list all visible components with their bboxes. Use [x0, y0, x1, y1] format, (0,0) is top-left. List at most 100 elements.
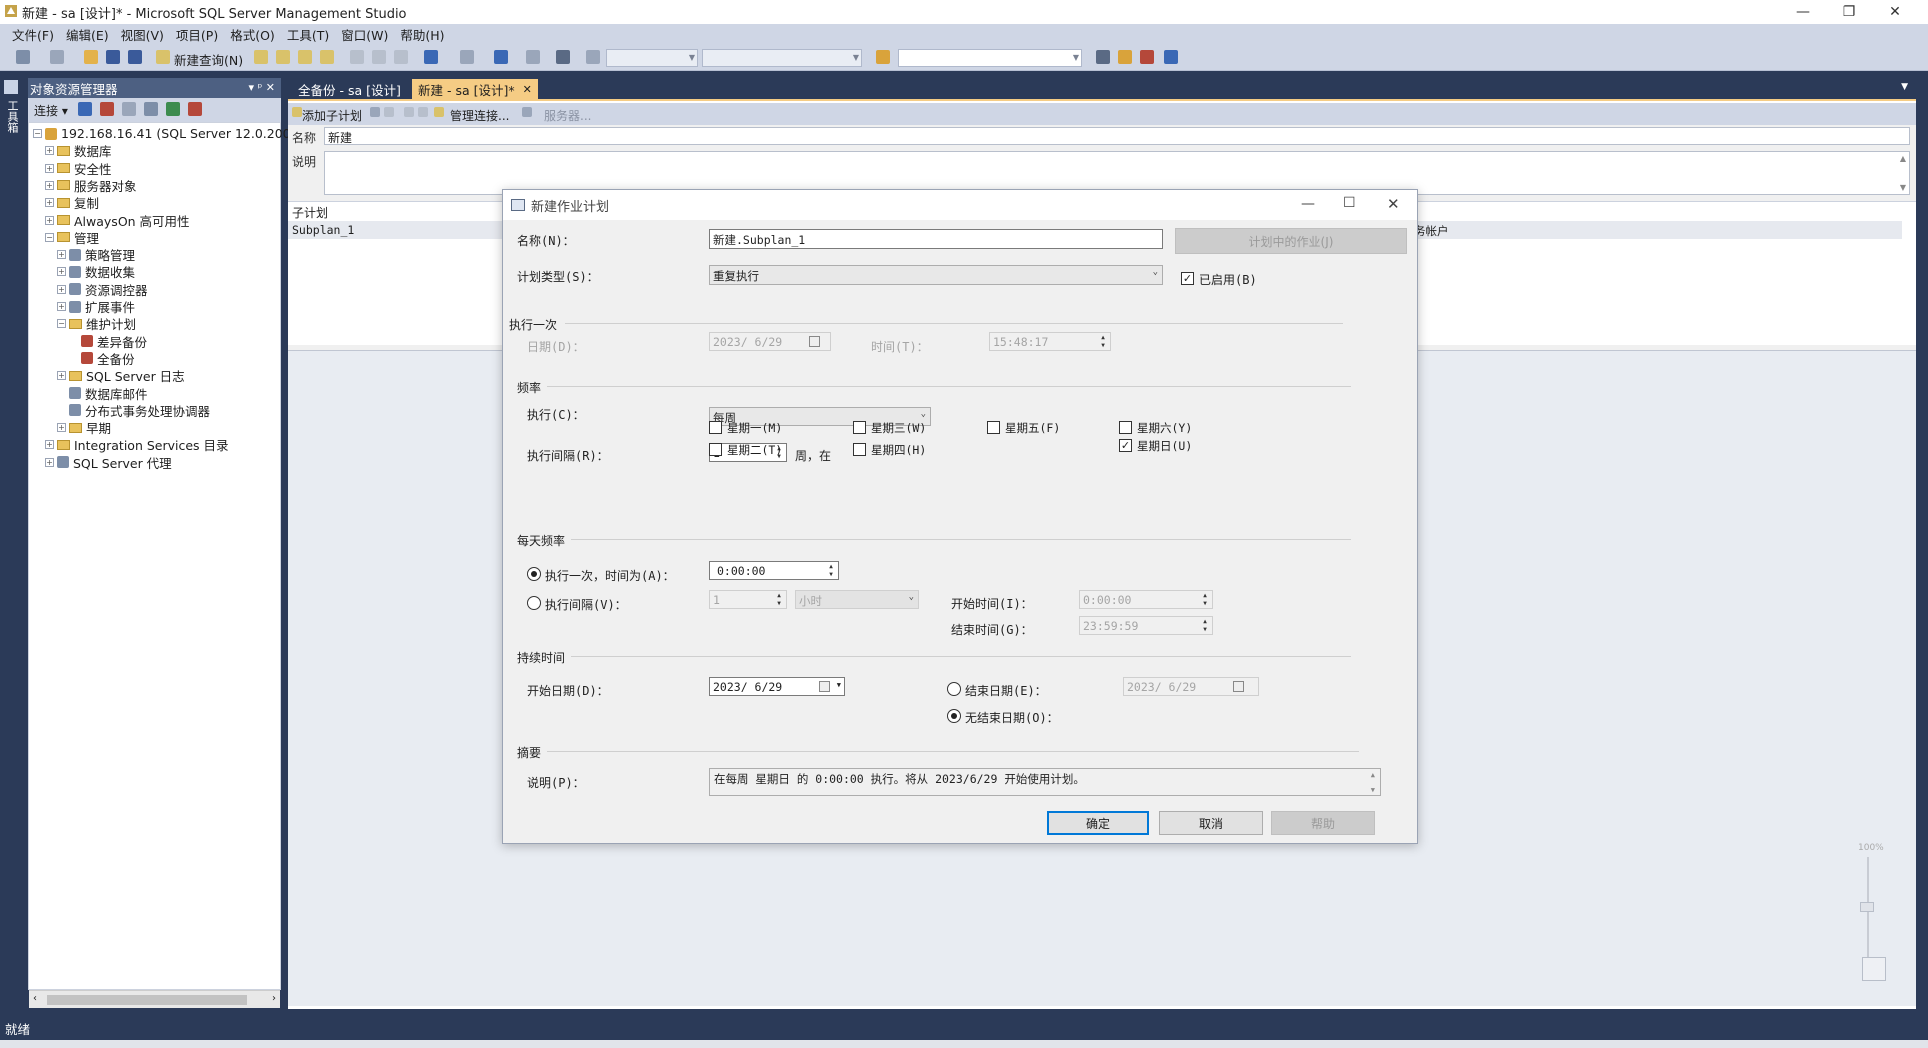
- registered-servers-icon[interactable]: [1096, 50, 1110, 64]
- open-folder-icon[interactable]: [84, 50, 98, 64]
- scroll-thumb[interactable]: [47, 995, 247, 1005]
- find-in-files-icon[interactable]: [876, 50, 890, 64]
- undo-icon[interactable]: [424, 50, 438, 64]
- spin-buttons[interactable]: ▲ ▼: [1199, 618, 1211, 634]
- servers-button[interactable]: 服务器...: [544, 107, 591, 124]
- cancel-button[interactable]: 取消: [1159, 811, 1263, 835]
- find-combo[interactable]: ▼: [898, 49, 1082, 67]
- schedule-name-input[interactable]: 新建.Subplan_1: [709, 229, 1163, 249]
- tree-node[interactable]: + SQL Server 日志: [57, 367, 185, 384]
- tree-node[interactable]: − 192.168.16.41 (SQL Server 12.0.2000 -: [33, 125, 307, 142]
- occurs-every-input[interactable]: 1 ▲ ▼: [709, 590, 787, 609]
- menu-view[interactable]: 视图(V): [115, 25, 170, 44]
- tab-new-design[interactable]: 新建 - sa [设计]* ✕: [412, 79, 538, 99]
- calendar-dropdown-icon[interactable]: [1233, 681, 1244, 692]
- menu-format[interactable]: 格式(O): [224, 25, 281, 44]
- scroll-up-icon[interactable]: ▲: [1371, 771, 1375, 779]
- minimize-button[interactable]: —: [1780, 0, 1826, 24]
- zoom-fit-icon[interactable]: [1862, 957, 1886, 981]
- expand-icon[interactable]: +: [45, 180, 54, 190]
- tree-node[interactable]: + 资源调控器: [57, 281, 148, 298]
- reporting-logging-icon[interactable]: [522, 107, 532, 117]
- solution-config-combo[interactable]: ▼: [606, 49, 698, 67]
- redo-icon[interactable]: [460, 50, 474, 64]
- menu-tools[interactable]: 工具(T): [281, 25, 335, 44]
- tree-node[interactable]: + 早期: [57, 419, 111, 436]
- dialog-minimize-button[interactable]: —: [1301, 196, 1315, 212]
- menu-window[interactable]: 窗口(W): [335, 25, 394, 44]
- end-date-input[interactable]: 2023/ 6/29: [1123, 677, 1259, 696]
- copy-icon[interactable]: [372, 50, 386, 64]
- delete-schedule-icon[interactable]: [418, 107, 428, 117]
- manage-connections-button[interactable]: 管理连接...: [450, 107, 509, 124]
- disconnect-icon[interactable]: [100, 102, 114, 116]
- expand-icon[interactable]: +: [57, 371, 66, 381]
- tree-node[interactable]: + Integration Services 目录: [45, 436, 229, 453]
- filter-icon[interactable]: [144, 102, 158, 116]
- weekday-checkbox[interactable]: [853, 443, 866, 456]
- summary-description-box[interactable]: 在每周 星期日 的 0:00:00 执行。将从 2023/6/29 开始使用计划…: [709, 768, 1381, 796]
- tree-node[interactable]: + SQL Server 代理: [45, 454, 172, 471]
- solution-explorer-icon[interactable]: [556, 50, 570, 64]
- activity-monitor-icon[interactable]: [188, 102, 202, 116]
- occurs-every-radio[interactable]: [527, 596, 541, 610]
- paste-icon[interactable]: [394, 50, 408, 64]
- spin-buttons[interactable]: ▲ ▼: [1199, 592, 1211, 608]
- db-query-icon[interactable]: [254, 50, 268, 64]
- scroll-left-icon[interactable]: ‹: [33, 993, 37, 1004]
- one-time-date-input[interactable]: 2023/ 6/29: [709, 332, 831, 351]
- delete-subplan-icon[interactable]: [384, 107, 394, 117]
- occurs-once-at-radio[interactable]: [527, 567, 541, 581]
- weekday-checkbox[interactable]: [853, 421, 866, 434]
- menu-help[interactable]: 帮助(H): [394, 25, 450, 44]
- no-end-date-radio[interactable]: [947, 709, 961, 723]
- spin-buttons[interactable]: ▲ ▼: [1097, 334, 1109, 350]
- restore-button[interactable]: ❐: [1826, 0, 1872, 24]
- refresh-icon[interactable]: [166, 102, 180, 116]
- close-window-button[interactable]: ✕: [1872, 0, 1918, 24]
- tree-node[interactable]: + 扩展事件: [57, 298, 135, 315]
- xmla-query-icon[interactable]: [320, 50, 334, 64]
- tree-node[interactable]: 全备份: [69, 350, 135, 367]
- connect-icon[interactable]: [78, 102, 92, 116]
- mdx-query-icon[interactable]: [276, 50, 290, 64]
- save-icon[interactable]: [106, 50, 120, 64]
- dialog-close-button[interactable]: ✕: [1387, 195, 1400, 213]
- jobs-in-schedule-button[interactable]: 计划中的作业(J): [1175, 228, 1407, 254]
- expand-icon[interactable]: +: [45, 215, 54, 225]
- subplan-schedule-icon[interactable]: [404, 107, 414, 117]
- toolbox-icon[interactable]: [4, 80, 18, 94]
- connect-dropdown[interactable]: 连接 ▾: [34, 102, 68, 119]
- stop-icon[interactable]: [122, 102, 136, 116]
- subplan-properties-icon[interactable]: [370, 107, 380, 117]
- new-query-button[interactable]: 新建查询(N): [174, 50, 243, 69]
- calendar-dropdown-icon[interactable]: [809, 336, 820, 347]
- weekday-checkbox[interactable]: [709, 421, 722, 434]
- tree-node[interactable]: 数据库邮件: [57, 385, 148, 402]
- start-date-input[interactable]: 2023/ 6/29 ▼: [709, 677, 845, 696]
- tree-node[interactable]: + 服务器对象: [45, 177, 137, 194]
- weekday-checkbox[interactable]: ✓: [1119, 439, 1132, 452]
- enabled-checkbox[interactable]: ✓: [1181, 272, 1194, 285]
- start-debug-icon[interactable]: [586, 50, 600, 64]
- tree-node[interactable]: + AlwaysOn 高可用性: [45, 212, 190, 229]
- expand-icon[interactable]: +: [45, 198, 54, 208]
- scroll-down-icon[interactable]: ▼: [1900, 183, 1906, 192]
- weekday-checkbox[interactable]: [1119, 421, 1132, 434]
- weekday-checkbox[interactable]: [709, 443, 722, 456]
- scroll-right-icon[interactable]: ›: [272, 993, 276, 1004]
- expand-icon[interactable]: +: [45, 146, 54, 156]
- help-button[interactable]: 帮助: [1271, 811, 1375, 835]
- spin-buttons[interactable]: ▲ ▼: [773, 592, 785, 608]
- expand-icon[interactable]: +: [57, 267, 66, 277]
- starting-at-input[interactable]: 0:00:00 ▲ ▼: [1079, 590, 1213, 609]
- calendar-dropdown-icon[interactable]: [819, 681, 830, 692]
- expand-icon[interactable]: +: [57, 284, 66, 294]
- occurs-every-unit-select[interactable]: 小时 ⌄: [795, 590, 919, 609]
- tree-node[interactable]: − 管理: [45, 229, 99, 246]
- spin-buttons[interactable]: ▲ ▼: [825, 563, 837, 579]
- dmx-query-icon[interactable]: [298, 50, 312, 64]
- collapse-icon[interactable]: −: [57, 319, 66, 329]
- object-explorer-icon[interactable]: [1118, 50, 1132, 64]
- menu-file[interactable]: 文件(F): [6, 25, 60, 44]
